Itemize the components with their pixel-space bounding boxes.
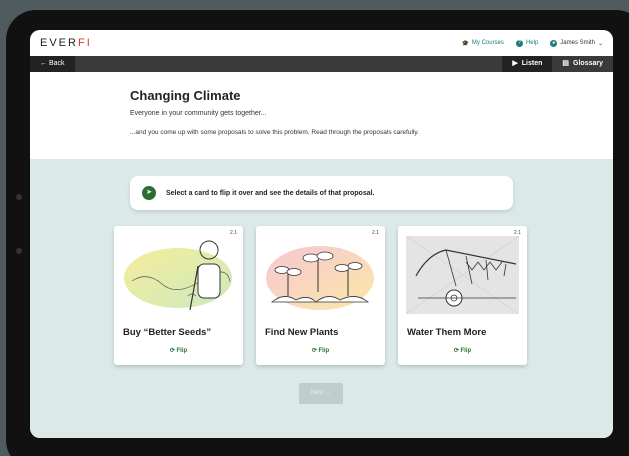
flip-button[interactable]: ⟳ Flip xyxy=(256,347,385,354)
card-water-more[interactable]: 2.1 Water Them More ⟳ Flip xyxy=(398,226,527,365)
irrigation-system-illustration xyxy=(406,236,519,314)
everfi-logo[interactable]: EVERFI xyxy=(40,37,92,49)
lesson-header: Changing Climate Everyone in your commun… xyxy=(30,72,613,159)
top-bar: EVERFI 🎓 My Courses ? Help ● James Smith ⌄ xyxy=(30,30,613,56)
page-subtitle: Everyone in your community gets together… xyxy=(130,110,267,117)
instruction-box: ➤ Select a card to flip it over and see … xyxy=(130,176,513,210)
card-new-plants[interactable]: 2.1 Find New Plants ⟳ Flip xyxy=(256,226,385,365)
card-better-seeds[interactable]: 2.1 Buy “Better Seeds” ⟳ Flip xyxy=(114,226,243,365)
next-button[interactable]: Next → xyxy=(299,383,343,404)
refresh-icon: ⟳ xyxy=(169,348,175,354)
listen-button[interactable]: ▶ Listen xyxy=(502,56,553,72)
proposal-cards: 2.1 Buy “Better Seeds” ⟳ Flip 2.1 Find N… xyxy=(114,226,527,365)
chevron-down-icon: ⌄ xyxy=(597,40,603,47)
my-courses-link[interactable]: 🎓 My Courses xyxy=(461,40,504,47)
book-icon: ▤ xyxy=(562,60,570,67)
app-screen: EVERFI 🎓 My Courses ? Help ● James Smith ⌄ ←… xyxy=(30,30,613,438)
graduation-cap-icon: 🎓 xyxy=(461,40,469,47)
user-menu[interactable]: ● James Smith ⌄ xyxy=(550,39,603,47)
flip-button[interactable]: ⟳ Flip xyxy=(114,347,243,354)
activity-area: ➤ Select a card to flip it over and see … xyxy=(30,159,613,438)
card-title: Find New Plants xyxy=(265,327,339,338)
cursor-icon: ➤ xyxy=(142,186,156,200)
top-nav: 🎓 My Courses ? Help ● James Smith ⌄ xyxy=(461,39,603,47)
flip-button[interactable]: ⟳ Flip xyxy=(398,347,527,354)
camera-dot xyxy=(16,194,22,200)
refresh-icon: ⟳ xyxy=(311,348,317,354)
toolbar: ← Back ▶ Listen ▤ Glossary xyxy=(30,56,613,72)
back-button[interactable]: ← Back xyxy=(30,56,75,72)
card-title: Water Them More xyxy=(407,327,487,338)
page-description: ...and you come up with some proposals t… xyxy=(130,129,419,136)
page-title: Changing Climate xyxy=(130,88,241,103)
glossary-button[interactable]: ▤ Glossary xyxy=(552,56,613,72)
instruction-text: Select a card to flip it over and see th… xyxy=(166,189,375,197)
help-icon: ? xyxy=(515,39,523,47)
user-icon: ● xyxy=(550,39,558,47)
sensor-dot xyxy=(16,248,22,254)
refresh-icon: ⟳ xyxy=(453,348,459,354)
card-title: Buy “Better Seeds” xyxy=(123,327,212,338)
help-link[interactable]: ? Help xyxy=(515,39,538,47)
play-icon: ▶ xyxy=(512,60,518,67)
fertilizer-sprayer-illustration xyxy=(124,240,232,311)
seedlings-illustration xyxy=(266,246,374,310)
